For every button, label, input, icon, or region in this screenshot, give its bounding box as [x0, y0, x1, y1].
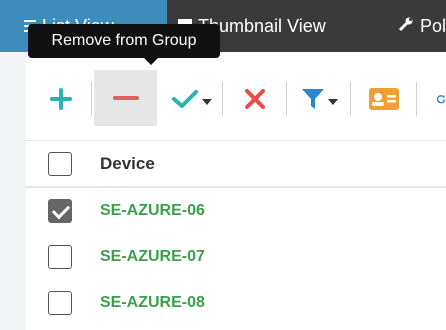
chevron-down-icon	[201, 99, 212, 105]
table-row[interactable]: SE-AZURE-06	[26, 189, 446, 235]
filter-button[interactable]	[296, 72, 342, 126]
wrench-icon	[398, 16, 414, 37]
approve-button[interactable]	[166, 72, 216, 126]
row-checkbox[interactable]	[48, 245, 72, 269]
contact-card-button[interactable]	[366, 72, 402, 126]
tooltip: Remove from Group	[28, 24, 220, 65]
refresh-button[interactable]	[428, 72, 446, 126]
close-icon	[245, 89, 265, 109]
row-checkbox[interactable]	[48, 291, 72, 315]
tab-policy-label: Poli	[420, 15, 446, 36]
refresh-icon	[436, 95, 446, 104]
check-icon	[171, 90, 198, 108]
tooltip-text: Remove from Group	[51, 32, 197, 49]
row-checkbox[interactable]	[48, 199, 72, 223]
table-header: Device	[26, 140, 446, 188]
table-row[interactable]: SE-AZURE-08	[26, 281, 446, 327]
contact-card-icon	[369, 88, 399, 110]
device-name-link[interactable]: SE-AZURE-07	[100, 248, 205, 266]
device-name-link[interactable]: SE-AZURE-08	[100, 294, 205, 312]
select-all-checkbox[interactable]	[48, 152, 72, 176]
toolbar-divider	[286, 82, 287, 116]
column-header-device[interactable]: Device	[100, 154, 155, 174]
toolbar-divider	[222, 82, 223, 116]
plus-icon	[50, 88, 72, 110]
chevron-down-icon	[327, 99, 338, 105]
minus-icon	[112, 96, 139, 100]
tab-policy[interactable]: Poli	[398, 0, 446, 52]
table-row[interactable]: SE-AZURE-07	[26, 235, 446, 281]
toolbar-divider	[350, 82, 351, 116]
add-button[interactable]	[44, 72, 78, 126]
device-name-link[interactable]: SE-AZURE-06	[100, 202, 205, 220]
toolbar	[0, 52, 446, 142]
filter-icon	[301, 89, 324, 109]
delete-button[interactable]	[238, 72, 272, 126]
remove-from-group-button[interactable]	[94, 70, 157, 126]
toolbar-divider	[416, 82, 417, 116]
toolbar-divider	[91, 82, 92, 116]
